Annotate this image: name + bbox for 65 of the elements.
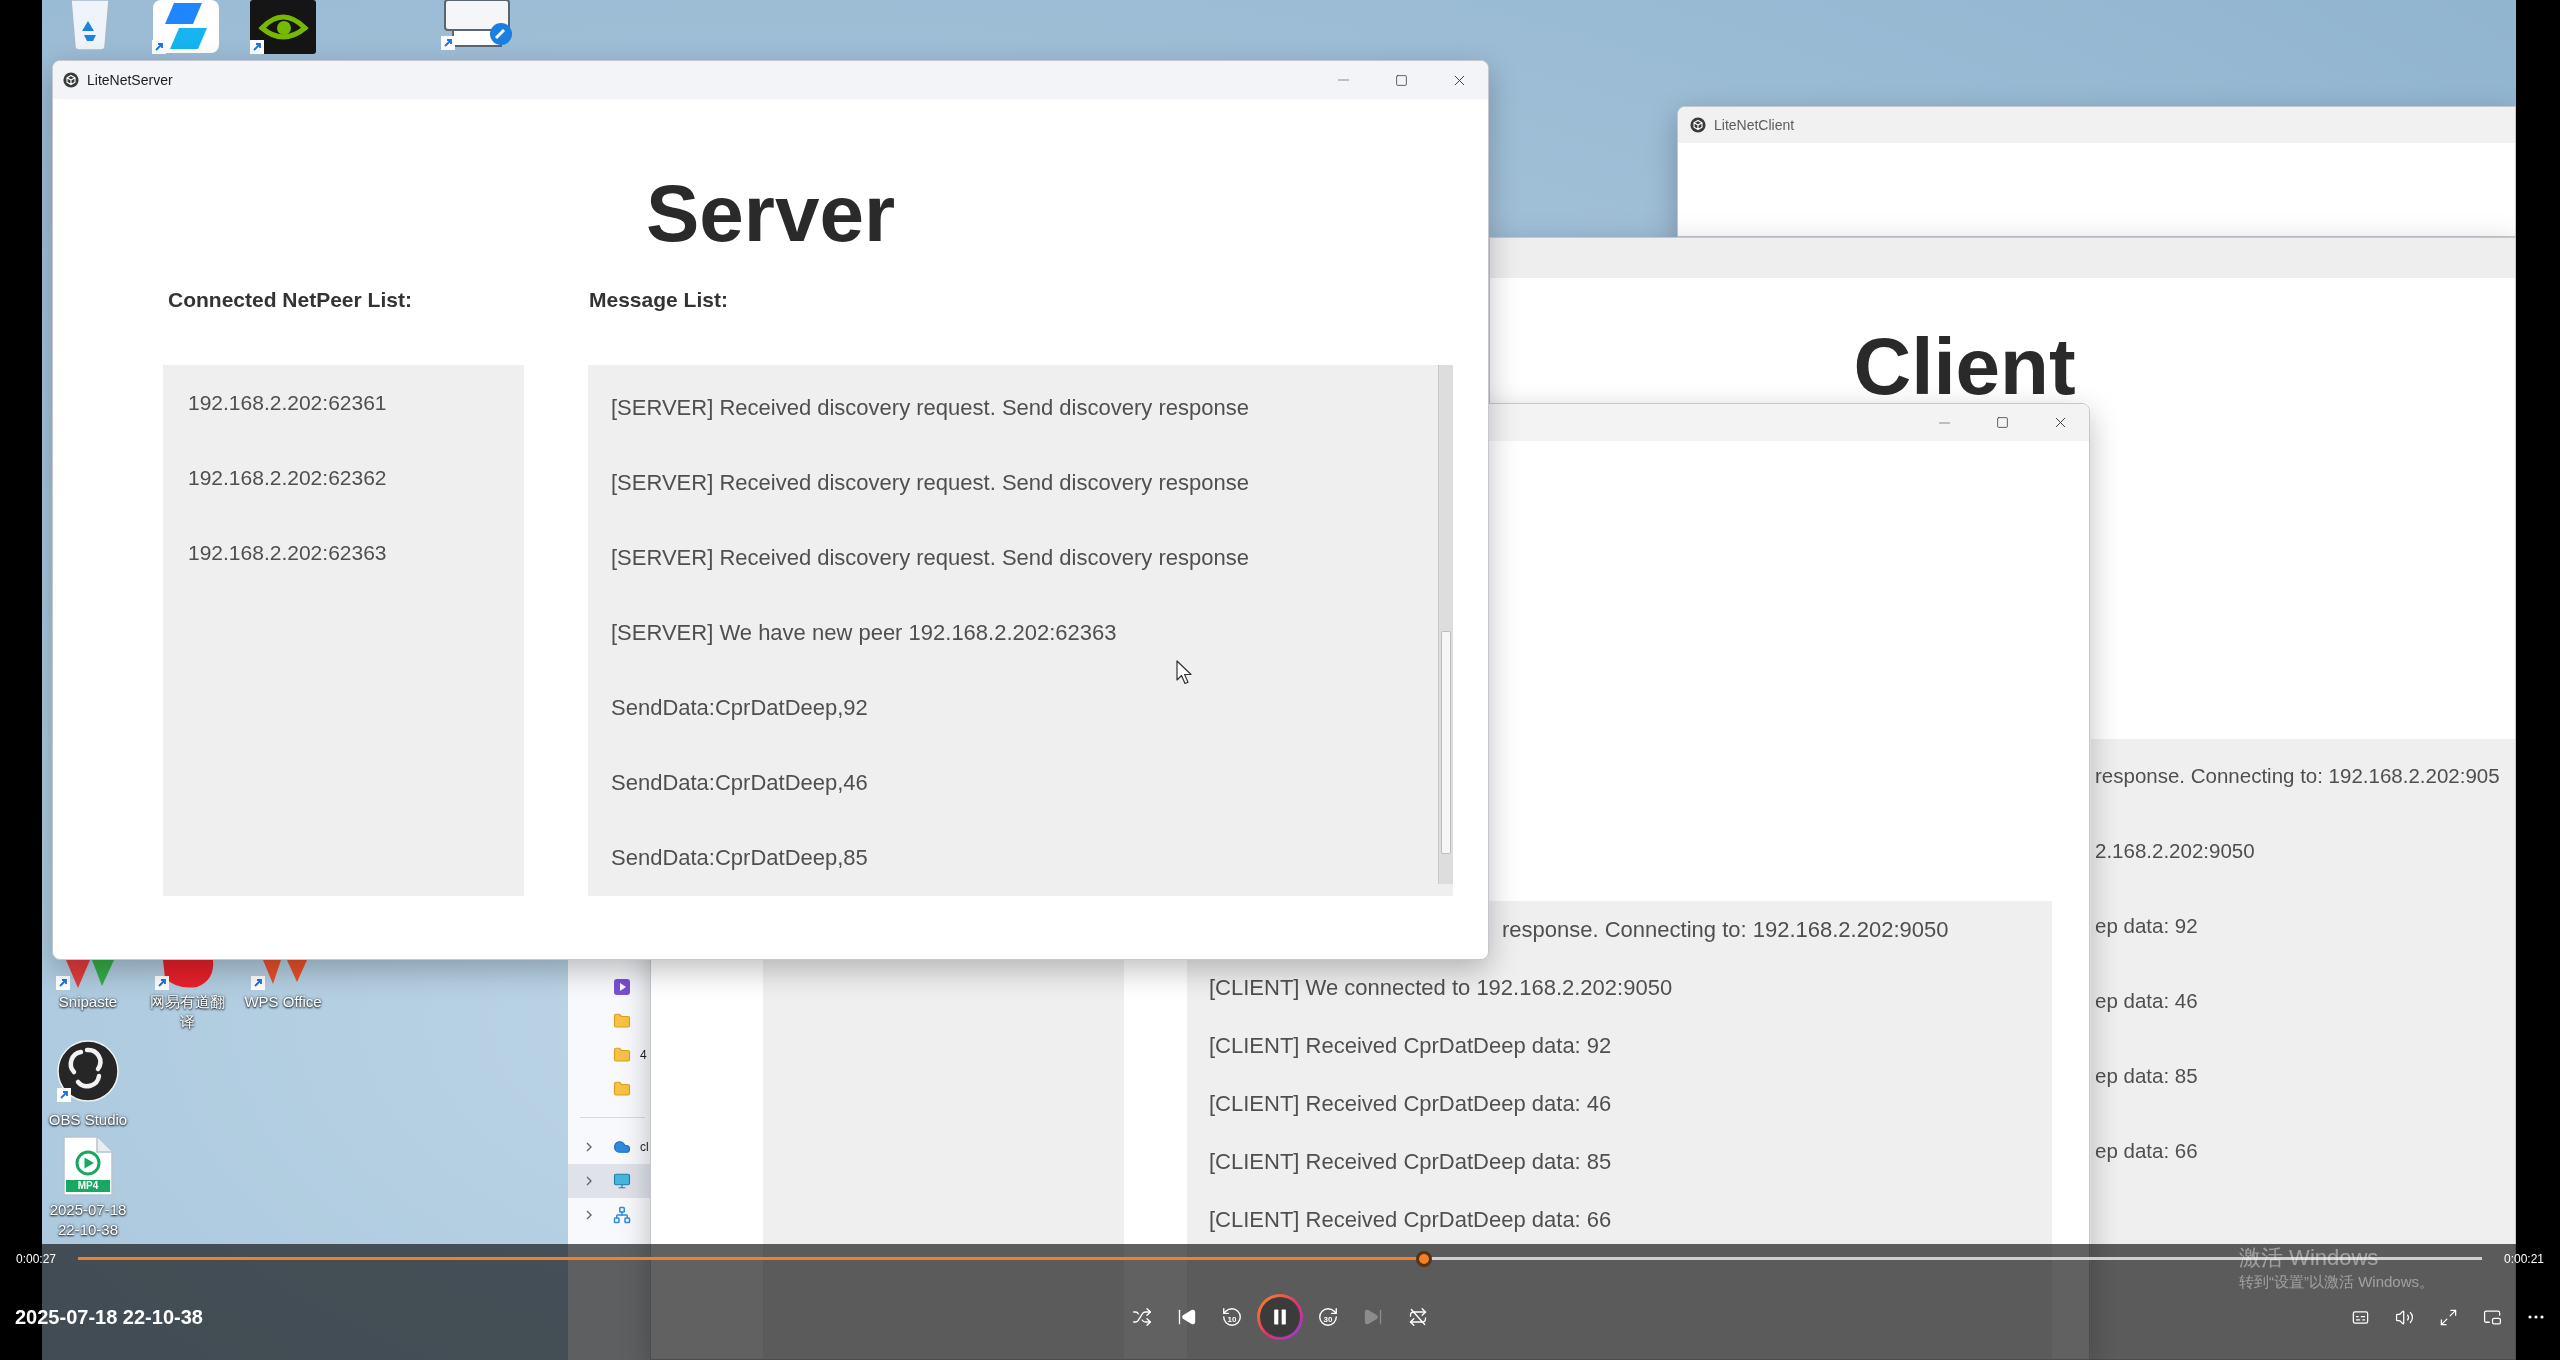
chevron-right-icon[interactable] [586, 1210, 592, 1220]
log-message: [SERVER] Received discovery request. Send discovery response [611, 395, 1249, 422]
page-heading: Server [645, 182, 896, 246]
folder-icon [613, 1046, 631, 1064]
skip-forward-icon [1363, 1307, 1383, 1327]
chevron-right-icon[interactable] [586, 1176, 592, 1186]
cube-icon [63, 72, 79, 88]
minimize-icon [1938, 421, 1950, 424]
video-icon [613, 978, 631, 996]
network-icon [613, 1206, 631, 1224]
minimize-icon [1337, 79, 1349, 81]
expand-icon [2438, 1307, 2458, 1327]
rewind-button[interactable]: 10 [1212, 1297, 1252, 1337]
log-message: SendData:CprDatDeep,92 [611, 695, 868, 722]
rotate-left-icon [1221, 1306, 1243, 1328]
section-label: Connected NetPeer List: [168, 288, 412, 312]
scrollbar[interactable] [1438, 365, 1453, 884]
folder-icon [613, 1012, 631, 1030]
remaining-time: 0:00:21 [2503, 1252, 2544, 1266]
log-message: SendData:CprDatDeep,85 [611, 845, 868, 872]
log-message: [CLIENT] We connected to 192.168.2.202:9050 [1209, 974, 1673, 1002]
section-label: Message List: [589, 288, 728, 312]
folder-icon [613, 1080, 631, 1098]
log-message: SendData:CprDatDeep,46 [611, 770, 868, 797]
nav-item[interactable] [568, 1164, 651, 1198]
activation-notice-text: 转到“设置”以激活 Windows。 [2239, 1272, 2434, 1292]
media-title: 2025-07-18 22-10-38 [15, 1305, 203, 1329]
repeat-off-icon [1408, 1307, 1428, 1327]
nav-item[interactable]: 4 [568, 1038, 651, 1072]
log-message: [CLIENT] Received CprDatDeep data: 85 [1209, 1148, 1612, 1176]
log-message: [SERVER] Received discovery request. Send discovery response [611, 470, 1249, 497]
log-message: ep data: 46 [2095, 989, 2198, 1014]
log-message: [CLIENT] Received CprDatDeep data: 46 [1209, 1090, 1612, 1118]
log-message: ep data: 66 [2095, 1139, 2198, 1164]
log-message: ep data: 92 [2095, 914, 2198, 939]
maximize-icon [1394, 73, 1408, 87]
nav-item[interactable]: cl [568, 1130, 651, 1164]
log-message: response. Connecting to: 192.168.2.202:9050 [1502, 916, 1949, 944]
chevron-right-icon[interactable] [586, 1142, 592, 1152]
cloud-icon [613, 1138, 631, 1156]
maximize-icon [1995, 416, 2009, 429]
cube-icon [1690, 117, 1706, 133]
skip-back-icon [1177, 1307, 1197, 1327]
window-title: LiteNetServer [87, 72, 173, 88]
scrollbar-thumb[interactable] [1441, 631, 1451, 854]
peer-address[interactable]: 192.168.2.202:62361 [188, 389, 387, 416]
log-message: response. Connecting to: 192.168.2.202:905 [2095, 764, 2500, 789]
page-heading: Client [1853, 335, 2076, 399]
log-message: [CLIENT] Received CprDatDeep data: 66 [1209, 1206, 1612, 1234]
window-title: LiteNetClient [1714, 117, 1795, 133]
log-message: 2.168.2.202:9050 [2095, 839, 2255, 864]
forward-button[interactable]: 30 [1308, 1297, 1348, 1337]
log-message: [CLIENT] Received CprDatDeep data: 92 [1209, 1032, 1612, 1060]
file-type-badge: MP4 [66, 1180, 110, 1192]
more-icon [2528, 1315, 2544, 1319]
rotate-right-icon [1317, 1306, 1339, 1328]
log-message: [SERVER] Received discovery request. Send discovery response [611, 545, 1249, 572]
mouse-pointer-icon [1176, 660, 1193, 685]
elapsed-time: 0:00:27 [16, 1252, 57, 1266]
log-message: ep data: 85 [2095, 1064, 2198, 1089]
peer-address[interactable]: 192.168.2.202:62362 [188, 464, 387, 491]
log-message: [SERVER] We have new peer 192.168.2.202:62363 [611, 620, 1117, 647]
shuffle-icon [1132, 1307, 1152, 1327]
monitor-icon [613, 1172, 631, 1190]
peer-address[interactable]: 192.168.2.202:62363 [188, 539, 387, 566]
